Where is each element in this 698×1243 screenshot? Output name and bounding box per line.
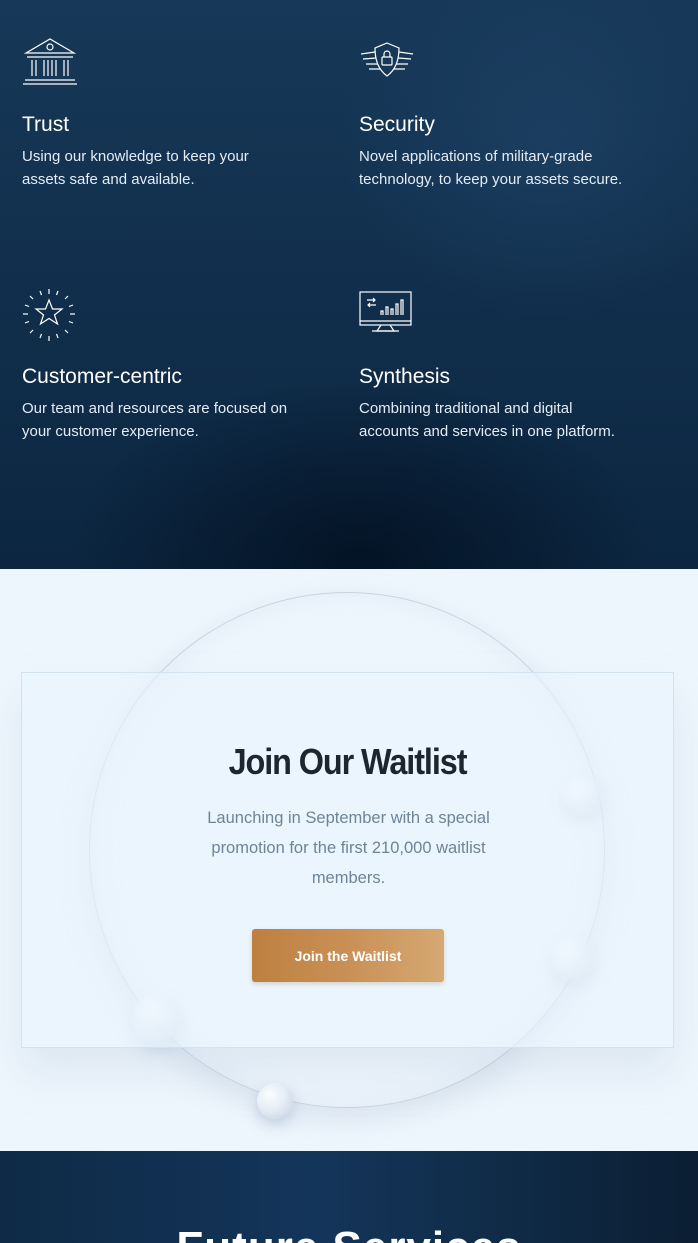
waitlist-section: Join Our Waitlist Launching in September…: [0, 569, 698, 1151]
features-section: Trust Using our knowledge to keep your a…: [0, 0, 698, 569]
waitlist-description: Launching in September with a special pr…: [207, 809, 490, 887]
shield-lock-icon: [359, 36, 415, 92]
feature-description: Novel applications of military-grade tec…: [359, 148, 623, 188]
monitor-chart-icon: [359, 288, 415, 344]
join-waitlist-button[interactable]: Join the Waitlist: [252, 929, 444, 982]
section-title: Future Services: [0, 1223, 698, 1243]
bank-icon: [22, 36, 78, 92]
feature-description: Using our knowledge to keep your assets …: [22, 148, 249, 188]
future-services-section: Future Services: [0, 1151, 698, 1243]
feature-title: Trust: [22, 113, 70, 136]
star-icon: [22, 288, 78, 344]
feature-title: Synthesis: [359, 365, 451, 388]
feature-description: Our team and resources are focused on yo…: [22, 400, 288, 440]
feature-title: Customer-centric: [22, 365, 182, 388]
waitlist-card: Join Our Waitlist Launching in September…: [21, 672, 674, 1048]
decorative-bead: [257, 1083, 293, 1119]
feature-description: Combining traditional and digital accoun…: [359, 400, 615, 440]
waitlist-title: Join Our Waitlist: [228, 741, 468, 782]
feature-title: Security: [359, 113, 435, 136]
